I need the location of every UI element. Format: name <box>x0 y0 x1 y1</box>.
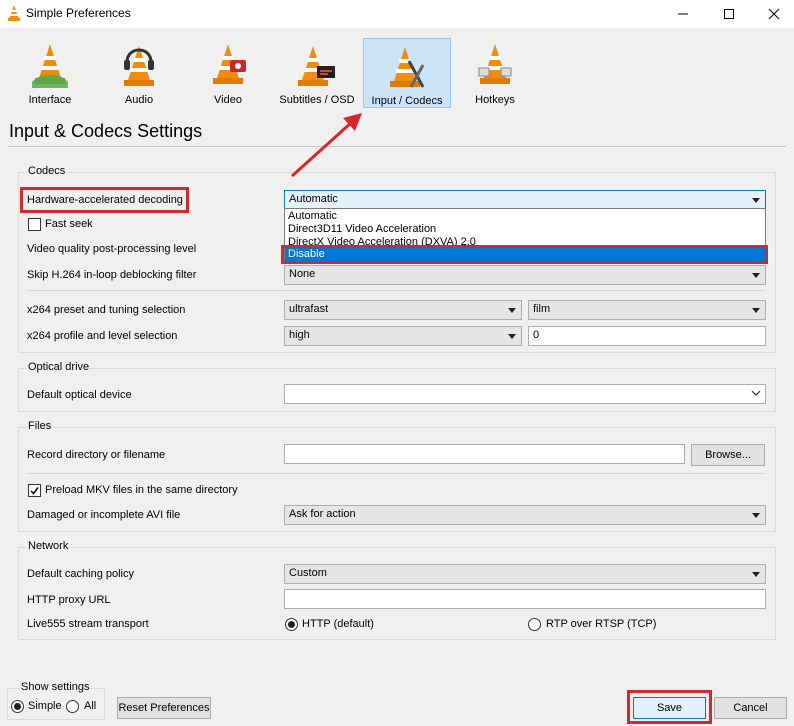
preload-mkv-label: Preload MKV files in the same directory <box>45 484 238 496</box>
hw-option-automatic[interactable]: Automatic <box>285 210 765 223</box>
x264-tune-select[interactable]: film <box>528 300 766 320</box>
files-group-title: Files <box>27 420 52 432</box>
hw-option-dxva2[interactable]: DirectX Video Acceleration (DXVA) 2.0 <box>285 236 765 247</box>
x264-profile-value: high <box>289 329 310 341</box>
tab-hotkeys-label: Hotkeys <box>475 94 515 106</box>
skip-h264-select[interactable]: None <box>284 265 766 285</box>
close-button[interactable] <box>751 0 794 28</box>
dropdown-arrow-icon <box>752 273 760 278</box>
cancel-button[interactable]: Cancel <box>714 697 787 719</box>
fast-seek-label: Fast seek <box>45 218 93 230</box>
show-all-label: All <box>84 700 97 712</box>
hw-decoding-select[interactable]: Automatic <box>284 190 766 210</box>
codecs-group-title: Codecs <box>27 165 66 177</box>
tab-subtitles-osd-label: Subtitles / OSD <box>279 94 355 106</box>
heading-divider <box>8 146 786 147</box>
input-codecs-cone-icon <box>387 43 427 94</box>
hw-decoding-label: Hardware-accelerated decoding <box>27 194 183 206</box>
show-all-radio[interactable] <box>66 700 79 713</box>
stream-transport-label: Live555 stream transport <box>27 618 149 630</box>
tab-interface-label: Interface <box>28 94 72 106</box>
dropdown-arrow-icon <box>752 308 760 313</box>
optical-drive-group-title: Optical drive <box>27 361 90 373</box>
dropdown-arrow-icon <box>752 572 760 577</box>
dropdown-arrow-icon <box>752 513 760 518</box>
optical-device-label: Default optical device <box>27 389 132 401</box>
record-dir-input[interactable] <box>284 444 685 464</box>
x264-profile-select[interactable]: high <box>284 326 522 346</box>
files-divider <box>26 473 766 474</box>
http-proxy-input[interactable] <box>284 589 766 609</box>
interface-cone-icon <box>30 42 70 93</box>
show-simple-label: Simple <box>28 700 62 712</box>
hw-option-direct3d11[interactable]: Direct3D11 Video Acceleration <box>285 223 765 236</box>
browse-button[interactable]: Browse... <box>691 444 765 466</box>
video-quality-label: Video quality post-processing level <box>27 243 197 255</box>
hw-decoding-value: Automatic <box>289 193 338 205</box>
tab-video-label: Video <box>214 94 242 106</box>
audio-cone-icon <box>119 42 159 93</box>
tab-hotkeys[interactable]: Hotkeys <box>456 38 534 108</box>
codecs-divider <box>26 290 766 291</box>
title-bar: Simple Preferences <box>0 0 794 28</box>
caching-policy-label: Default caching policy <box>27 568 135 580</box>
save-button[interactable]: Save <box>633 697 706 719</box>
hotkeys-cone-icon <box>475 42 515 93</box>
checkmark-icon <box>30 487 39 495</box>
hw-decoding-dropdown-list: Automatic Direct3D11 Video Acceleration … <box>284 208 766 262</box>
tab-audio-label: Audio <box>124 94 154 106</box>
maximize-button[interactable] <box>706 0 752 28</box>
tab-input-codecs-label: Input / Codecs <box>371 95 443 107</box>
hw-option-disable[interactable]: Disable <box>285 248 765 261</box>
fast-seek-checkbox[interactable] <box>28 218 41 231</box>
page-title: Input & Codecs Settings <box>9 121 203 141</box>
http-proxy-label: HTTP proxy URL <box>27 594 111 606</box>
tab-input-codecs[interactable]: Input / Codecs <box>363 38 451 108</box>
tab-audio[interactable]: Audio <box>100 38 178 108</box>
caching-policy-select[interactable]: Custom <box>284 564 766 584</box>
category-toolbar: Interface Audio Video Subtitles / OSD In… <box>0 36 794 110</box>
subtitles-cone-icon <box>297 42 337 93</box>
http-default-label: HTTP (default) <box>302 618 374 630</box>
show-settings-title: Show settings <box>20 681 90 693</box>
show-simple-radio[interactable] <box>11 700 24 713</box>
damaged-avi-select[interactable]: Ask for action <box>284 505 766 525</box>
rtp-over-rtsp-label: RTP over RTSP (TCP) <box>546 618 657 630</box>
caching-policy-value: Custom <box>289 567 327 579</box>
preload-mkv-checkbox[interactable] <box>28 484 41 497</box>
damaged-avi-label: Damaged or incomplete AVI file <box>27 509 181 521</box>
x264-level-input[interactable]: 0 <box>528 326 766 346</box>
x264-profile-label: x264 profile and level selection <box>27 330 178 342</box>
http-default-radio[interactable] <box>285 618 298 631</box>
x264-level-value: 0 <box>533 329 540 341</box>
dropdown-arrow-icon <box>752 198 760 203</box>
chevron-down-icon <box>751 388 761 401</box>
tab-interface[interactable]: Interface <box>10 38 90 108</box>
dropdown-arrow-icon <box>508 334 516 339</box>
tab-video[interactable]: Video <box>188 38 268 108</box>
x264-tune-value: film <box>533 303 551 315</box>
x264-preset-value: ultrafast <box>289 303 329 315</box>
record-dir-label: Record directory or filename <box>27 449 166 461</box>
skip-h264-value: None <box>289 268 316 280</box>
skip-h264-label: Skip H.264 in-loop deblocking filter <box>27 269 197 281</box>
optical-device-select[interactable] <box>284 384 766 404</box>
minimize-button[interactable] <box>660 0 706 28</box>
x264-preset-select[interactable]: ultrafast <box>284 300 522 320</box>
tab-subtitles-osd[interactable]: Subtitles / OSD <box>278 38 356 108</box>
vlc-cone-icon <box>7 5 21 24</box>
reset-preferences-button[interactable]: Reset Preferences <box>117 697 211 719</box>
dropdown-arrow-icon <box>508 308 516 313</box>
window-title: Simple Preferences <box>26 6 131 20</box>
x264-preset-label: x264 preset and tuning selection <box>27 304 186 316</box>
network-group-title: Network <box>27 540 69 552</box>
damaged-avi-value: Ask for action <box>289 508 356 520</box>
video-cone-icon <box>208 42 248 93</box>
rtp-over-rtsp-radio[interactable] <box>528 618 541 631</box>
